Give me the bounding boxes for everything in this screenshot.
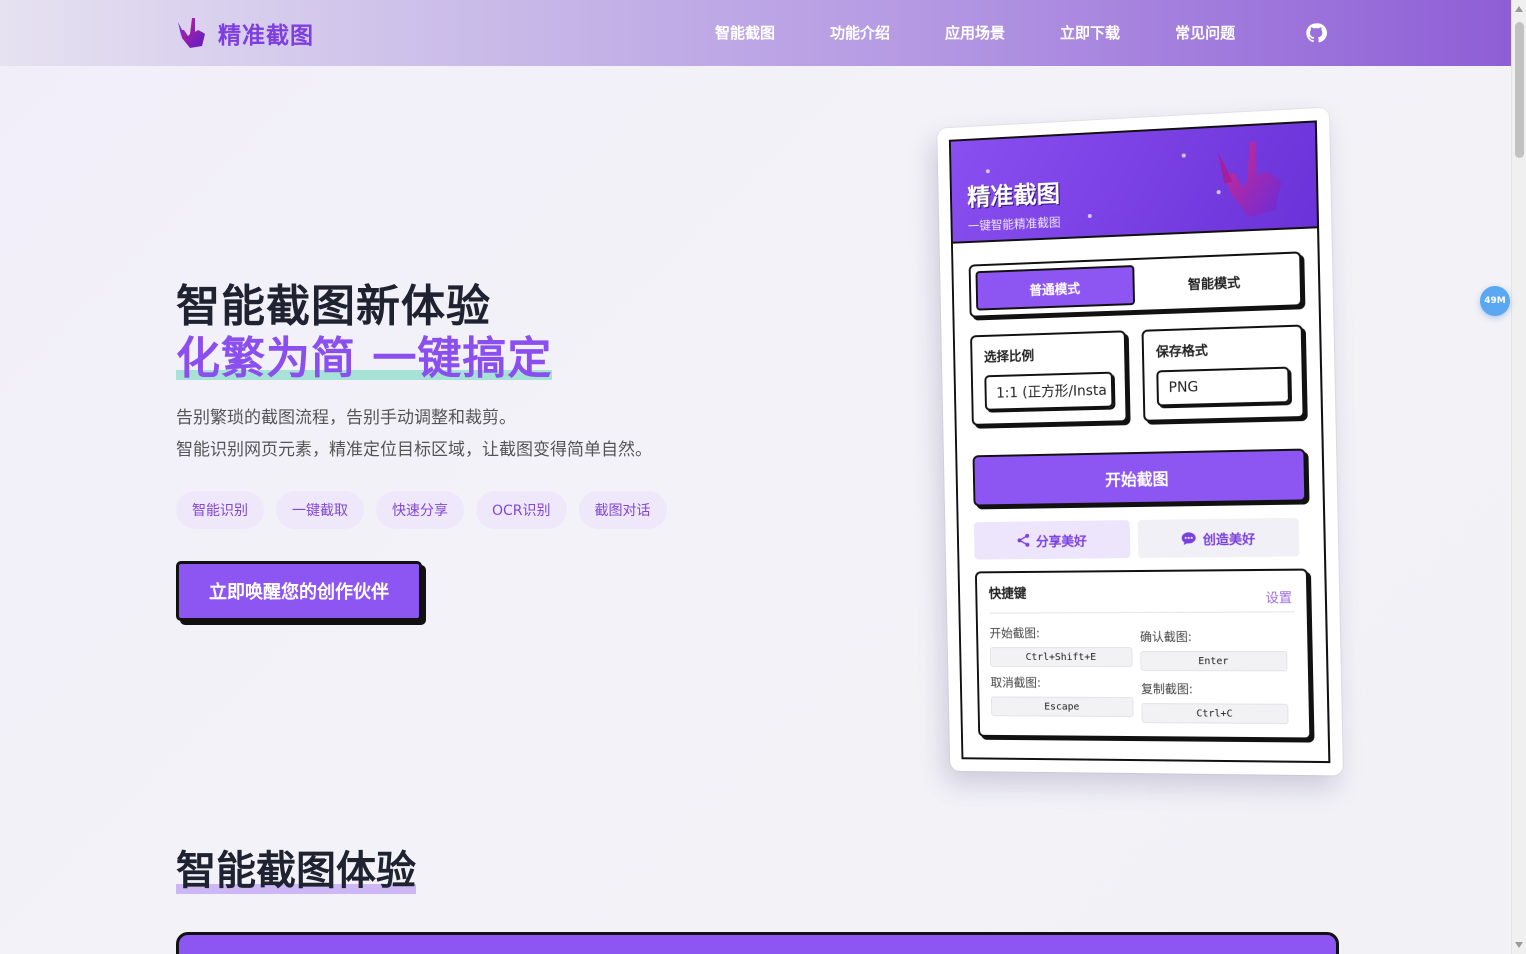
shortcut-cancel-label: 取消截图:	[990, 674, 1133, 691]
page-scrollbar[interactable]	[1511, 0, 1526, 954]
format-label: 保存格式	[1156, 337, 1289, 360]
shortcut-start: 开始截图: Ctrl+Shift+E	[989, 624, 1132, 667]
hero-description-line1: 告别繁琐的截图流程，告别手动调整和裁剪。	[176, 402, 652, 434]
nav-link-faq[interactable]: 常见问题	[1175, 22, 1235, 43]
experience-demo-card	[176, 932, 1339, 954]
shortcuts-divider	[989, 611, 1294, 613]
tag-one-click-capture[interactable]: 一键截取	[276, 491, 364, 529]
pointer-hand-icon	[176, 16, 208, 50]
mode-smart-button[interactable]: 智能模式	[1134, 259, 1295, 305]
popup-header: 精准截图 一键智能精准截图	[951, 123, 1317, 244]
chat-bubble-icon	[1181, 531, 1197, 545]
shortcut-cancel: 取消截图: Escape	[990, 674, 1133, 717]
ratio-select[interactable]: 1:1 (正方形/Insta	[984, 372, 1113, 411]
extension-mockup: 精准截图 一键智能精准截图 普通模式 智能模式 选择比例 1:1 (正方形/In…	[938, 118, 1334, 773]
feature-tags: 智能识别 一键截取 快速分享 OCR识别 截图对话	[176, 491, 679, 529]
nav-link-scenarios[interactable]: 应用场景	[945, 22, 1005, 43]
create-button-label: 创造美好	[1203, 528, 1256, 548]
memory-badge[interactable]: 49M	[1480, 286, 1510, 316]
hero-title-highlight-text: 化繁为简 一键搞定	[176, 333, 552, 384]
brand-logo[interactable]: 精准截图	[176, 16, 314, 50]
shortcut-cancel-key: Escape	[991, 696, 1134, 717]
cta-button[interactable]: 立即唤醒您的创作伙伴	[176, 561, 422, 621]
nav-link-smart-screenshot[interactable]: 智能截图	[715, 22, 775, 43]
shortcut-start-label: 开始截图:	[989, 624, 1132, 641]
hero-title-highlight: 化繁为简 一键搞定	[176, 322, 552, 386]
brand-name: 精准截图	[218, 16, 314, 50]
nav-link-download[interactable]: 立即下载	[1060, 22, 1120, 43]
hero-description-line2: 智能识别网页元素，精准定位目标区域，让截图变得简单自然。	[176, 434, 652, 466]
hero-description: 告别繁琐的截图流程，告别手动调整和裁剪。 智能识别网页元素，精准定位目标区域，让…	[176, 402, 652, 466]
decor-dot	[986, 169, 990, 173]
popup-subtitle: 一键智能精准截图	[968, 213, 1061, 234]
shortcut-confirm-key: Enter	[1140, 651, 1287, 671]
share-button-label: 分享美好	[1036, 530, 1087, 549]
shortcut-copy-label: 复制截图:	[1141, 680, 1288, 698]
tag-smart-recognition[interactable]: 智能识别	[176, 491, 264, 529]
shortcut-confirm: 确认截图: Enter	[1140, 628, 1288, 672]
start-screenshot-button[interactable]: 开始截图	[973, 449, 1307, 507]
tag-ocr[interactable]: OCR识别	[476, 491, 567, 529]
ratio-label: 选择比例	[984, 343, 1113, 366]
section-title-text: 智能截图体验	[176, 848, 416, 894]
shortcuts-panel: 快捷键 设置 开始截图: Ctrl+Shift+E 确认截图: Enter 取消…	[975, 569, 1312, 740]
popup-title: 精准截图	[967, 174, 1060, 213]
top-nav: 精准截图 智能截图 功能介绍 应用场景 立即下载 常见问题	[0, 0, 1511, 66]
shortcuts-title: 快捷键	[989, 581, 1295, 602]
extension-popup-card: 精准截图 一键智能精准截图 普通模式 智能模式 选择比例 1:1 (正方形/In…	[937, 108, 1343, 776]
create-button[interactable]: 创造美好	[1138, 518, 1300, 558]
scroll-up-arrow-icon[interactable]	[1515, 6, 1523, 12]
share-button[interactable]: 分享美好	[974, 520, 1131, 560]
nav-link-features[interactable]: 功能介绍	[830, 22, 890, 43]
scroll-thumb[interactable]	[1515, 22, 1524, 158]
decor-dot	[1182, 153, 1186, 157]
section-title: 智能截图体验	[176, 838, 416, 896]
shortcuts-settings-link[interactable]: 设置	[1265, 587, 1292, 606]
extension-popup-frame: 精准截图 一键智能精准截图 普通模式 智能模式 选择比例 1:1 (正方形/In…	[949, 120, 1331, 763]
pointer-hand-icon	[1213, 134, 1288, 222]
shortcut-copy: 复制截图: Ctrl+C	[1141, 680, 1289, 724]
tag-quick-share[interactable]: 快速分享	[376, 491, 464, 529]
shortcut-copy-key: Ctrl+C	[1141, 703, 1288, 724]
mode-normal-button[interactable]: 普通模式	[975, 265, 1135, 311]
ratio-option: 选择比例 1:1 (正方形/Insta	[970, 330, 1128, 426]
scroll-down-arrow-icon[interactable]	[1515, 942, 1523, 948]
format-select[interactable]: PNG	[1156, 367, 1290, 407]
decor-dot	[1088, 214, 1092, 218]
github-icon[interactable]	[1305, 22, 1327, 44]
nav-links: 智能截图 功能介绍 应用场景 立即下载 常见问题	[715, 22, 1290, 43]
format-option: 保存格式 PNG	[1142, 325, 1305, 422]
share-icon	[1016, 533, 1030, 547]
shortcut-start-key: Ctrl+Shift+E	[990, 647, 1133, 667]
mode-switch: 普通模式 智能模式	[969, 251, 1303, 317]
tag-screenshot-chat[interactable]: 截图对话	[579, 491, 667, 529]
shortcut-confirm-label: 确认截图:	[1140, 628, 1287, 645]
